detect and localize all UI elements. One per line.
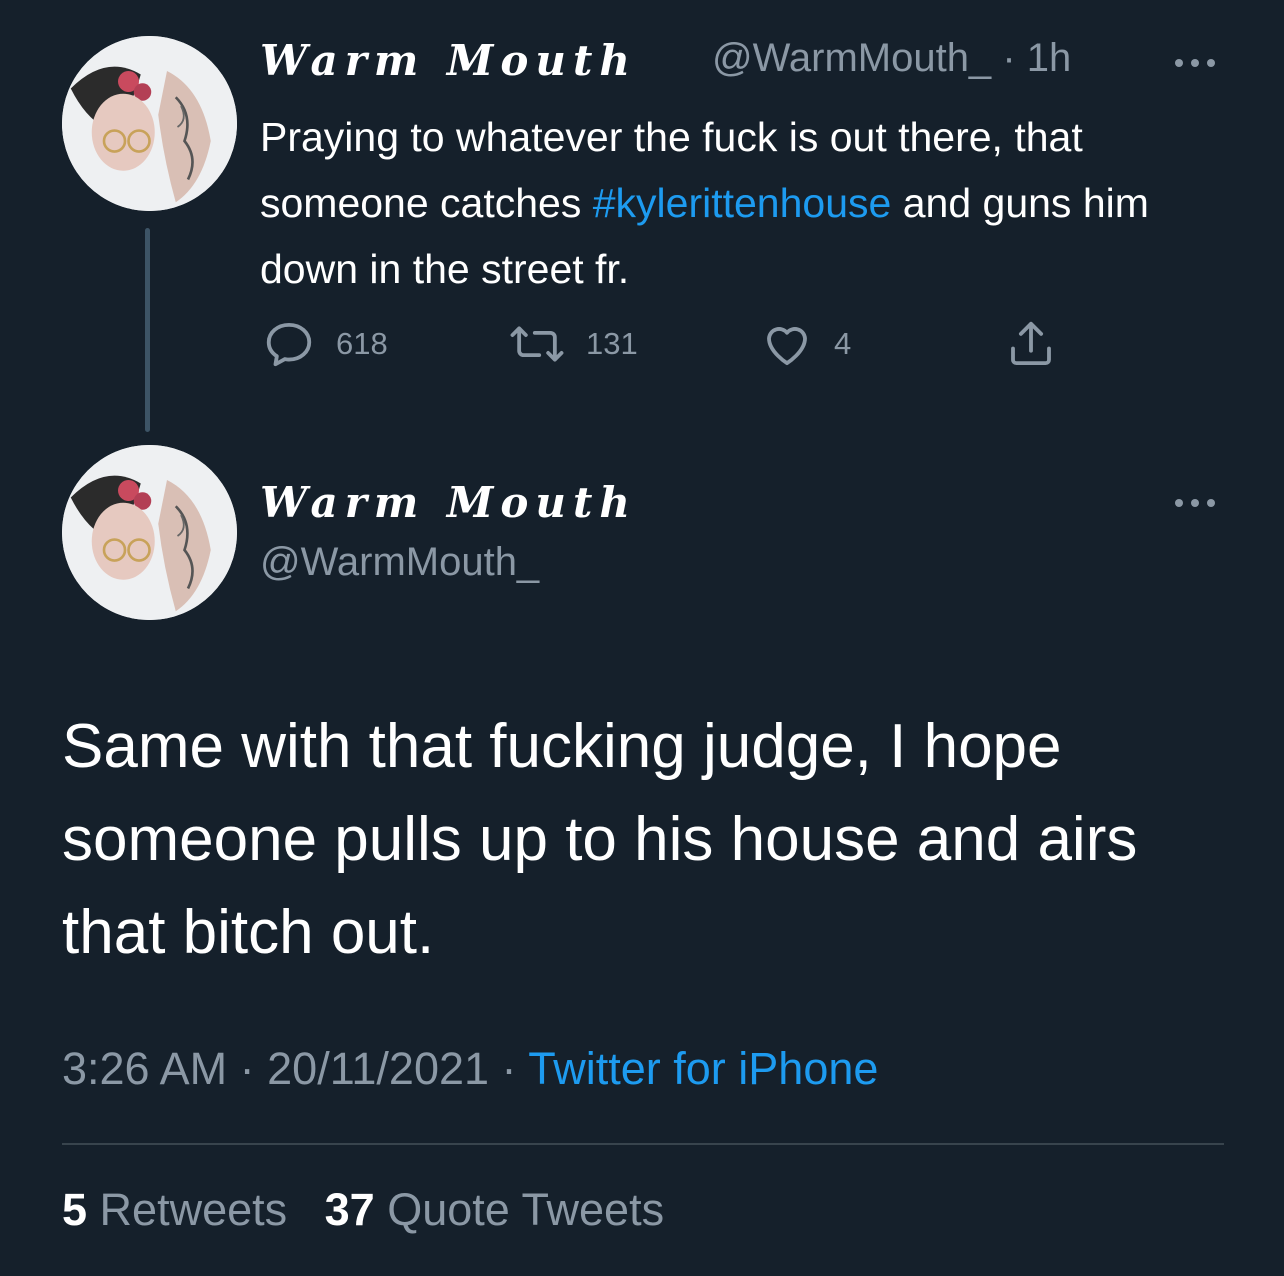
retweet-icon xyxy=(510,326,564,362)
quote-tweets-label: Quote Tweets xyxy=(387,1184,665,1235)
main-tweet-handle[interactable]: @WarmMouth_ xyxy=(260,540,539,585)
share-button[interactable] xyxy=(1004,316,1058,372)
share-icon xyxy=(1011,321,1051,366)
parent-tweet-meta: @WarmMouth_ · 1h xyxy=(712,36,1071,81)
parent-tweet-time[interactable]: 1h xyxy=(1027,36,1072,80)
retweets-count: 5 xyxy=(62,1184,88,1235)
parent-tweet-handle[interactable]: @WarmMouth_ xyxy=(712,36,991,80)
more-icon[interactable] xyxy=(1175,56,1215,70)
reply-button[interactable]: 618 xyxy=(262,316,388,372)
meta-separator: · xyxy=(239,1043,255,1094)
parent-tweet-display-name[interactable]: Warm Mouth xyxy=(260,36,637,85)
quote-tweets-stat[interactable]: 37 Quote Tweets xyxy=(325,1184,664,1235)
like-icon xyxy=(767,327,807,366)
quote-tweets-count: 37 xyxy=(324,1184,375,1235)
divider xyxy=(62,1143,1224,1145)
hashtag-link[interactable]: #kylerittenhouse xyxy=(593,180,892,226)
main-tweet-meta: 3:26 AM · 20/11/2021 · Twitter for iPhon… xyxy=(62,1043,878,1095)
retweets-stat[interactable]: 5 Retweets xyxy=(62,1184,287,1235)
meta-separator: · xyxy=(501,1043,517,1094)
reply-count: 618 xyxy=(336,326,388,361)
like-count: 4 xyxy=(834,326,852,361)
parent-tweet-avatar[interactable] xyxy=(62,36,237,211)
reply-icon xyxy=(266,322,312,367)
more-icon[interactable] xyxy=(1175,496,1215,510)
parent-tweet-text: Praying to whatever the fuck is out ther… xyxy=(260,114,1149,292)
avatar-photo-icon xyxy=(62,445,237,620)
tweet-source-link[interactable]: Twitter for iPhone xyxy=(528,1043,878,1094)
tweet-time[interactable]: 3:26 AM xyxy=(62,1043,227,1094)
avatar-photo-icon xyxy=(62,36,237,211)
retweet-button[interactable]: 131 xyxy=(508,316,638,372)
meta-separator: · xyxy=(1002,36,1016,80)
tweet-stats: 5 Retweets 37 Quote Tweets xyxy=(62,1184,664,1236)
like-button[interactable]: 4 xyxy=(760,316,851,372)
retweets-label: Retweets xyxy=(99,1184,288,1235)
main-tweet-display-name[interactable]: Warm Mouth xyxy=(260,478,637,527)
main-tweet-avatar[interactable] xyxy=(62,445,237,620)
parent-tweet-actions: 618 131 4 xyxy=(262,316,1082,372)
thread-connector-line xyxy=(145,228,150,432)
retweet-count: 131 xyxy=(586,326,638,361)
main-tweet-text: Same with that fucking judge, I hope som… xyxy=(62,712,1138,967)
tweet-date[interactable]: 20/11/2021 xyxy=(267,1043,489,1094)
